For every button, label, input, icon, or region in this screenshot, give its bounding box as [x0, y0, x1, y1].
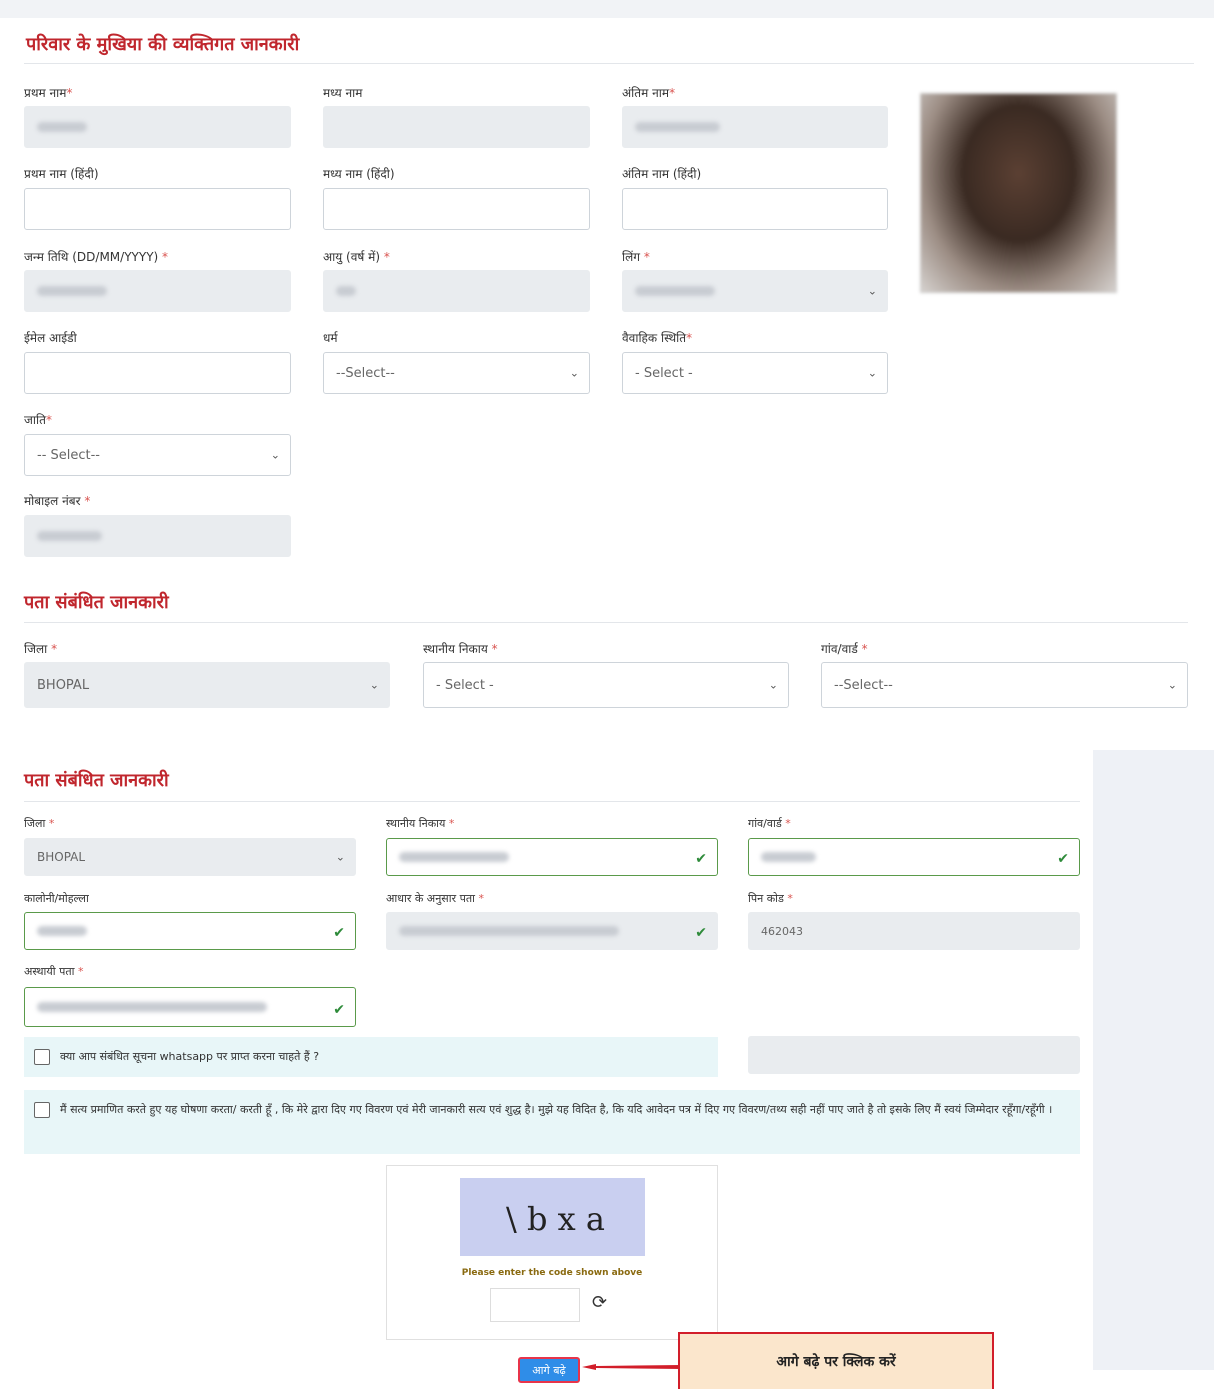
check-icon: ✔: [333, 1002, 345, 1018]
check-icon: ✔: [1057, 851, 1069, 867]
divider: [24, 63, 1194, 64]
middle-name-hi-label: मध्य नाम (हिंदी): [323, 167, 395, 181]
first-name-label: प्रथम नाम*: [24, 86, 73, 100]
gender-select[interactable]: ⌄: [622, 270, 888, 312]
religion-label: धर्म: [323, 331, 338, 345]
divider: [24, 801, 1080, 802]
aadhaar-address-textarea[interactable]: ✔: [386, 912, 718, 950]
declaration-text: मैं सत्य प्रमाणित करते हुए यह घोषणा करता…: [60, 1103, 1053, 1116]
age-label: आयु (वर्ष में) *: [323, 250, 390, 264]
whatsapp-checkbox[interactable]: [34, 1049, 50, 1065]
address-section-title: पता संबंधित जानकारी: [24, 592, 169, 613]
dob-label: जन्म तिथि (DD/MM/YYYY) *: [24, 250, 169, 264]
pincode-field[interactable]: 462043: [748, 912, 1080, 950]
chevron-down-icon: ⌄: [369, 678, 379, 692]
marital-status-select[interactable]: - Select - ⌄: [622, 352, 888, 394]
page-background: [1093, 750, 1214, 1370]
mobile-field[interactable]: [24, 515, 291, 557]
district-label: जिला *: [24, 817, 55, 830]
callout-annotation: आगे बढ़े पर क्लिक करें: [678, 1332, 994, 1389]
chevron-down-icon: ⌄: [335, 850, 345, 864]
chevron-down-icon: ⌄: [768, 678, 778, 692]
marital-status-label: वैवाहिक स्थिति*: [622, 331, 693, 345]
local-body-label: स्थानीय निकाय *: [386, 817, 455, 830]
ward-select[interactable]: ✔: [748, 838, 1080, 876]
chevron-down-icon: ⌄: [569, 366, 579, 380]
email-input[interactable]: [24, 352, 291, 394]
chevron-down-icon: ⌄: [867, 284, 877, 298]
aadhaar-address-label: आधार के अनुसार पता *: [386, 892, 484, 905]
arrow-left-icon: [582, 1364, 682, 1370]
refresh-icon[interactable]: ⟳: [592, 1292, 607, 1313]
declaration-checkbox[interactable]: [34, 1102, 50, 1118]
chevron-down-icon: ⌄: [867, 366, 877, 380]
whatsapp-number-field[interactable]: [748, 1036, 1080, 1074]
whatsapp-row: क्या आप संबंधित सूचना whatsapp पर प्राप्…: [24, 1037, 718, 1077]
divider: [24, 622, 1188, 623]
temp-address-textarea[interactable]: ✔: [24, 987, 356, 1027]
captcha-box: \ b x a Please enter the code shown abov…: [386, 1165, 718, 1340]
chevron-down-icon: ⌄: [270, 448, 280, 462]
local-body-select[interactable]: - Select - ⌄: [423, 662, 789, 708]
captcha-image: \ b x a: [460, 1178, 645, 1256]
check-icon: ✔: [695, 851, 707, 867]
local-body-label: स्थानीय निकाय *: [423, 642, 498, 656]
chevron-down-icon: ⌄: [1167, 678, 1177, 692]
first-name-hi-label: प्रथम नाम (हिंदी): [24, 167, 99, 181]
dob-field[interactable]: [24, 270, 291, 312]
whatsapp-text: क्या आप संबंधित सूचना whatsapp पर प्राप्…: [60, 1050, 320, 1063]
first-name-hi-input[interactable]: [24, 188, 291, 230]
captcha-instruction: Please enter the code shown above: [461, 1268, 643, 1278]
local-body-select[interactable]: ✔: [386, 838, 718, 876]
middle-name-field[interactable]: [323, 106, 590, 148]
ward-label: गांव/वार्ड *: [821, 642, 868, 656]
gender-label: लिंग *: [622, 250, 650, 264]
district-select[interactable]: BHOPAL ⌄: [24, 838, 356, 876]
pincode-label: पिन कोड *: [748, 892, 793, 905]
district-select[interactable]: BHOPAL ⌄: [24, 662, 390, 708]
address-section-title: पता संबंधित जानकारी: [24, 770, 169, 791]
ward-label: गांव/वार्ड *: [748, 817, 791, 830]
personal-section-title: परिवार के मुखिया की व्यक्तिगत जानकारी: [26, 34, 300, 55]
colony-input[interactable]: ✔: [24, 912, 356, 950]
profile-photo: [920, 93, 1117, 293]
declaration-row: मैं सत्य प्रमाणित करते हुए यह घोषणा करता…: [24, 1090, 1080, 1154]
last-name-hi-input[interactable]: [622, 188, 888, 230]
middle-name-label: मध्य नाम: [323, 86, 363, 100]
religion-select[interactable]: --Select-- ⌄: [323, 352, 590, 394]
captcha-text: \ b x a: [506, 1200, 605, 1238]
mobile-label: मोबाइल नंबर *: [24, 494, 91, 508]
temp-address-label: अस्थायी पता *: [24, 965, 84, 978]
first-name-field[interactable]: [24, 106, 291, 148]
ward-select[interactable]: --Select-- ⌄: [821, 662, 1188, 708]
district-label: जिला *: [24, 642, 58, 656]
middle-name-hi-input[interactable]: [323, 188, 590, 230]
last-name-label: अंतिम नाम*: [622, 86, 676, 100]
caste-select[interactable]: -- Select-- ⌄: [24, 434, 291, 476]
check-icon: ✔: [695, 925, 707, 941]
last-name-hi-label: अंतिम नाम (हिंदी): [622, 167, 702, 181]
next-button[interactable]: आगे बढ़े: [518, 1357, 580, 1383]
last-name-field[interactable]: [622, 106, 888, 148]
colony-label: कालोनी/मोहल्ला: [24, 892, 89, 905]
email-label: ईमेल आईडी: [24, 331, 77, 345]
caste-label: जाति*: [24, 413, 52, 427]
age-field[interactable]: [323, 270, 590, 312]
captcha-input[interactable]: [490, 1288, 580, 1322]
check-icon: ✔: [333, 925, 345, 941]
personal-details-panel: परिवार के मुखिया की व्यक्तिगत जानकारी प्…: [0, 0, 1214, 708]
